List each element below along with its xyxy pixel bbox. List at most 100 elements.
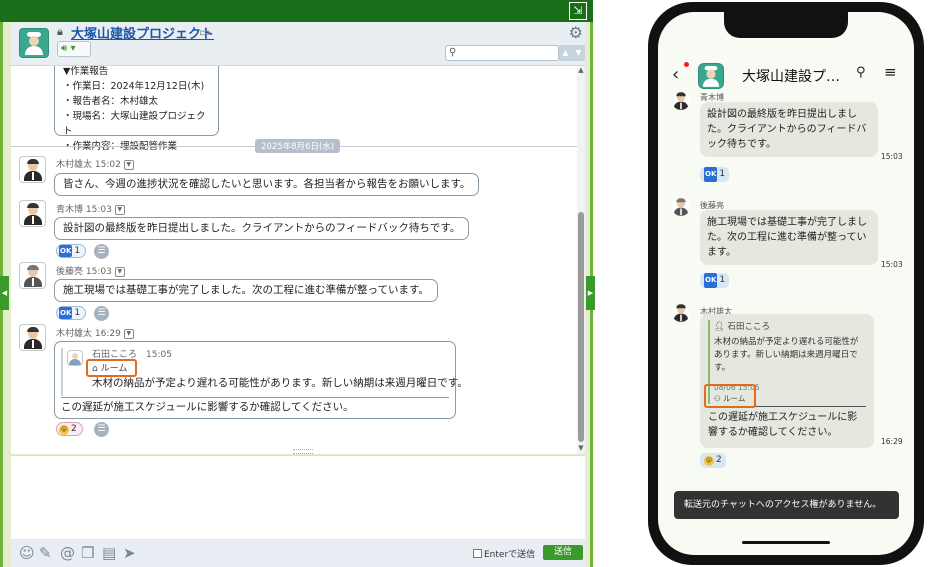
input-toolbar: ☺ ✎ @ ❐ ▤ ➤ Enterで送信 送信 — [11, 540, 585, 567]
quote-text: 木材の納品が予定より遅れる可能性があります。新しい納期は来週月曜日です。 — [92, 377, 468, 389]
unread-dot — [684, 62, 689, 67]
notification-toggle[interactable]: 🔊︎ ▾ — [57, 41, 91, 57]
ok-icon: OK — [59, 307, 73, 319]
room-title: 大塚山建設プ… — [742, 69, 840, 85]
search-input[interactable]: ⚲ — [445, 45, 559, 61]
toast-message: 転送元のチャットへのアクセス権がありません。 — [674, 491, 899, 519]
message-meta: 青木博 15:03 ▼ — [56, 202, 125, 215]
search-icon: ⚲ — [449, 47, 457, 58]
message-bubble: 施工現場では基礎工事が完了しました。次の工程に進む準備が整っています。 — [700, 210, 878, 265]
room-avatar — [19, 28, 49, 58]
avatar[interactable] — [672, 198, 690, 216]
message-time: 15:03 — [881, 152, 903, 161]
gear-icon[interactable]: ⚙ — [569, 23, 583, 42]
stamp-icon[interactable]: ▤ — [102, 544, 116, 562]
back-icon[interactable]: ‹ — [672, 64, 679, 85]
send-button[interactable]: 送信 — [543, 545, 583, 560]
message-input[interactable] — [11, 455, 585, 539]
left-panel-toggle[interactable]: ◀ — [0, 276, 9, 310]
speaker-icon: 🔊︎ — [61, 43, 68, 54]
emoji-icon[interactable]: ☺ — [19, 544, 35, 562]
chat-icon[interactable]: ▭ — [199, 25, 210, 39]
search-down-button[interactable]: ▼ — [572, 45, 585, 61]
enter-to-send-checkbox[interactable]: Enterで送信 — [473, 547, 535, 560]
quote-bar — [61, 348, 63, 396]
reaction-ok[interactable]: OK 1 — [56, 244, 87, 258]
mention-icon[interactable]: @ — [60, 544, 75, 562]
phone-frame: ‹ 大塚山建設プ… ⚲ ≡ 青木博 設計図の最終版を昨日提出しました。クライアン… — [648, 2, 924, 565]
message-meta: 木村雄太 15:02 ▼ — [56, 157, 134, 170]
chevron-down-icon[interactable]: ▼ — [123, 159, 134, 170]
chevron-down-icon[interactable]: ▼ — [123, 328, 134, 339]
quote-text: 木材の納品が予定より遅れる可能性があります。新しい納期は来週月曜日です。 — [714, 337, 859, 373]
date-separator: 2025年8月6日(水) — [11, 139, 577, 153]
partial-line: ・現場名：大塚山建設プロジェクト — [63, 111, 206, 137]
surprised-face-icon: 😮 — [59, 425, 69, 435]
reaction-menu-button[interactable]: ☰ — [94, 244, 109, 259]
template-icon[interactable]: ❐ — [81, 544, 94, 562]
highlight-box — [704, 384, 756, 408]
exit-icon[interactable]: ⇲ — [569, 2, 587, 20]
partial-line: ・作業日：2024年12月12日(木) — [63, 81, 205, 92]
right-panel-toggle[interactable]: ▶ — [586, 276, 595, 310]
chevron-down-icon[interactable]: ▼ — [114, 204, 125, 215]
mobile-screen: ‹ 大塚山建設プ… ⚲ ≡ 青木博 設計図の最終版を昨日提出しました。クライアン… — [658, 12, 914, 555]
reaction-menu-button[interactable]: ☰ — [94, 306, 109, 321]
quote-avatar-icon: 👤︎ — [714, 322, 725, 332]
surprised-face-icon: 😮 — [704, 456, 714, 466]
avatar[interactable] — [19, 200, 46, 227]
room-avatar — [698, 63, 724, 89]
quote-author: 👤︎ 石田こころ — [714, 322, 771, 332]
message-bubble: 👤︎ 石田こころ 木材の納品が予定より遅れる可能性があります。新しい納期は来週月… — [700, 314, 874, 448]
message-bubble: 設計図の最終版を昨日提出しました。クライアントからのフィードバック待ちです。 — [54, 217, 470, 240]
menu-icon[interactable]: ≡ — [884, 63, 897, 81]
message-bubble: 施工現場では基礎工事が完了しました。次の工程に進む準備が整っています。 — [54, 279, 438, 302]
reaction-ok[interactable]: OK 1 — [700, 273, 730, 288]
avatar[interactable] — [19, 262, 46, 289]
reaction-menu-button[interactable]: ☰ — [94, 422, 109, 437]
resize-grip[interactable] — [293, 449, 313, 454]
scroll-thumb[interactable] — [578, 212, 584, 442]
mobile-header: ‹ 大塚山建設プ… ⚲ ≡ — [658, 58, 914, 98]
chevron-down-icon[interactable]: ▼ — [114, 266, 125, 277]
desktop-chat-window: ⇲ 🔒︎ 大塚山建設プロジェクト ▭ 🔊︎ ▾ ⚙ ⚲ ▲ ▼ ▼作業報告 ・作… — [0, 0, 595, 567]
message-text: この遅延が施工スケジュールに影響するか確認してください。 — [708, 412, 858, 438]
message-text: この遅延が施工スケジュールに影響するか確認してください。 — [61, 401, 354, 413]
scheduled-send-icon[interactable]: ➤ — [123, 544, 136, 562]
message-bubble: 石田こころ 15:05 ⌂ ルーム 木材の納品が予定より遅れる可能性があります。… — [54, 341, 468, 419]
message-meta: 木村雄太 16:29 ▼ — [56, 326, 134, 339]
reaction-emoji[interactable]: 😮 2 — [700, 453, 726, 468]
quote-avatar — [67, 350, 83, 366]
message-bubble: 設計図の最終版を昨日提出しました。クライアントからのフィードバック待ちです。 — [700, 102, 878, 157]
search-icon[interactable]: ⚲ — [856, 65, 866, 80]
avatar[interactable] — [19, 156, 46, 183]
message-bubble: 皆さん、今週の進捗状況を確認したいと思います。各担当者から報告をお願いします。 — [54, 173, 480, 196]
room-title[interactable]: 大塚山建設プロジェクト — [71, 23, 214, 42]
avatar[interactable] — [672, 304, 690, 322]
ok-icon: OK — [59, 245, 73, 257]
highlight-box — [86, 359, 137, 377]
lock-icon: 🔒︎ — [57, 25, 63, 38]
avatar[interactable] — [19, 324, 46, 351]
reaction-ok[interactable]: OK 1 — [56, 306, 87, 320]
home-indicator — [742, 541, 830, 544]
partial-line: ▼作業報告 — [63, 66, 109, 77]
attach-icon[interactable]: ✎ — [39, 544, 52, 562]
chat-header: 🔒︎ 大塚山建設プロジェクト ▭ 🔊︎ ▾ ⚙ ⚲ ▲ ▼ — [11, 22, 585, 66]
message-time: 15:03 — [881, 260, 903, 269]
ok-icon: OK — [704, 273, 718, 288]
search-up-button[interactable]: ▲ — [559, 45, 572, 61]
message-list[interactable]: ▼作業報告 ・作業日：2024年12月12日(木) ・報告者名：木村雄太 ・現場… — [11, 66, 577, 454]
window-topbar: ⇲ — [0, 0, 593, 22]
scroll-down-icon[interactable]: ▼ — [577, 444, 585, 452]
date-label: 2025年8月6日(水) — [255, 139, 341, 153]
reaction-emoji[interactable]: 😮 2 — [56, 422, 83, 436]
notch — [724, 12, 848, 38]
reaction-ok[interactable]: OK 1 — [700, 167, 730, 182]
message-time: 16:29 — [881, 437, 903, 446]
avatar[interactable] — [672, 92, 690, 110]
message-meta: 後藤亮 15:03 ▼ — [56, 264, 125, 277]
scroll-up-icon[interactable]: ▲ — [577, 66, 585, 74]
scrollbar[interactable]: ▲ ▼ — [577, 66, 585, 454]
ok-icon: OK — [704, 167, 718, 182]
